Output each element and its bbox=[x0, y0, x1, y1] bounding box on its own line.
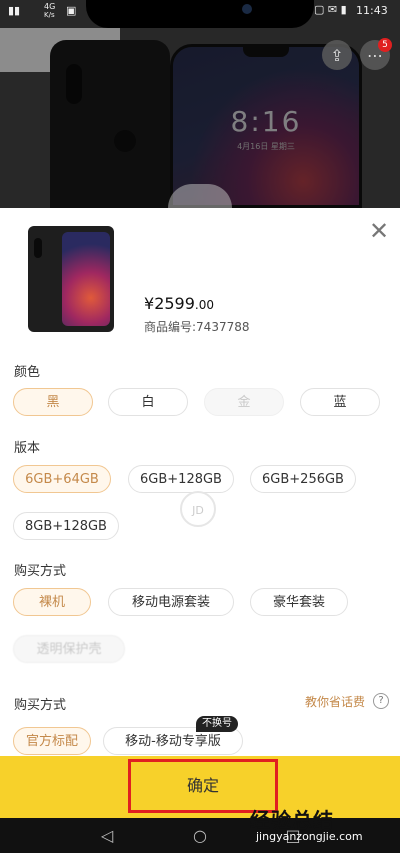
icons-right: ▢ ✉ ▮ bbox=[314, 3, 347, 16]
color-option-black[interactable]: 黑 bbox=[13, 388, 93, 416]
color-option-white[interactable]: 白 bbox=[108, 388, 188, 416]
dim-overlay bbox=[0, 0, 400, 208]
back-icon[interactable]: ◁ bbox=[92, 818, 122, 853]
help-icon[interactable]: ? bbox=[373, 693, 389, 709]
no-change-badge: 不换号 bbox=[196, 716, 238, 732]
color-option-gold[interactable]: 金 bbox=[204, 388, 284, 416]
network-speed: K/s bbox=[44, 11, 55, 19]
screen-notch bbox=[86, 0, 314, 28]
purchase-option-case[interactable]: 透明保护壳 bbox=[13, 635, 125, 663]
close-icon[interactable]: ✕ bbox=[366, 218, 392, 244]
save-phone-fee-link[interactable]: 教你省话费 bbox=[305, 693, 365, 710]
front-camera bbox=[242, 4, 252, 14]
notification-icon: ▣ bbox=[66, 4, 77, 17]
price-cents: .00 bbox=[194, 298, 214, 312]
purchase-method-label: 购买方式 bbox=[14, 564, 67, 579]
thumb-screen bbox=[62, 232, 110, 326]
thumb-camera bbox=[34, 238, 42, 258]
version-option-6-128[interactable]: 6GB+128GB bbox=[128, 465, 234, 493]
version-option-6-256[interactable]: 6GB+256GB bbox=[250, 465, 356, 493]
status-time: 11:43 bbox=[356, 4, 388, 17]
color-label: 颜色 bbox=[14, 365, 41, 380]
version-option-8-128[interactable]: 8GB+128GB bbox=[13, 512, 119, 540]
product-thumbnail bbox=[28, 226, 114, 332]
purchase-option-power-bank[interactable]: 移动电源套装 bbox=[108, 588, 234, 616]
version-option-6-64[interactable]: 6GB+64GB bbox=[13, 465, 111, 493]
price-symbol: ¥ bbox=[144, 294, 155, 313]
product-hero-image: 8:16 4月16日 星期三 ⇪ ⋯ 5 bbox=[0, 0, 400, 208]
product-sku: 商品编号:7437788 bbox=[144, 320, 250, 334]
purchase-method-2-label: 购买方式 bbox=[14, 698, 67, 713]
watermark-url: jingyanzongjie.com bbox=[256, 830, 363, 843]
purchase-option-deluxe[interactable]: 豪华套装 bbox=[250, 588, 348, 616]
color-option-blue[interactable]: 蓝 bbox=[300, 388, 380, 416]
purchase2-option-official[interactable]: 官方标配 bbox=[13, 727, 91, 755]
share-icon[interactable]: ⇪ bbox=[322, 40, 352, 70]
product-price: ¥2599.00 bbox=[144, 294, 214, 313]
loading-spinner: JD bbox=[180, 491, 216, 527]
cart-badge: 5 bbox=[378, 38, 392, 52]
home-icon[interactable]: ○ bbox=[185, 818, 215, 853]
signal-icon: ▮▮ bbox=[8, 4, 21, 17]
price-main: 2599 bbox=[154, 294, 195, 313]
version-label: 版本 bbox=[14, 441, 41, 456]
purchase-option-bare[interactable]: 裸机 bbox=[13, 588, 91, 616]
network-type: 4G bbox=[44, 2, 56, 11]
watermark-logo: 经验总结 bbox=[250, 808, 334, 832]
